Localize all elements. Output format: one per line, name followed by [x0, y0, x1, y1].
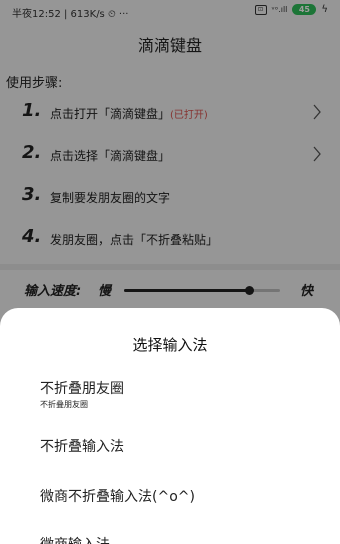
input-method-subtitle: 不折叠朋友圈	[40, 400, 88, 409]
input-method-name: 微商不折叠输入法(^o^)	[40, 489, 195, 505]
input-method-picker-sheet: 选择输入法 不折叠朋友圈 不折叠朋友圈 不折叠输入法 微商不折叠输入法(^o^)…	[0, 308, 340, 544]
input-method-option[interactable]: 不折叠朋友圈 不折叠朋友圈	[40, 378, 320, 410]
input-method-option[interactable]: 不折叠输入法	[40, 436, 320, 456]
input-method-name: 不折叠朋友圈	[40, 381, 124, 397]
input-method-option[interactable]: 微商不折叠输入法(^o^)	[40, 486, 320, 506]
sheet-title: 选择输入法	[132, 336, 208, 354]
input-method-name: 不折叠输入法	[40, 439, 124, 455]
input-method-option[interactable]: 微商输入法	[40, 534, 320, 544]
input-method-name: 微商输入法	[40, 534, 320, 544]
